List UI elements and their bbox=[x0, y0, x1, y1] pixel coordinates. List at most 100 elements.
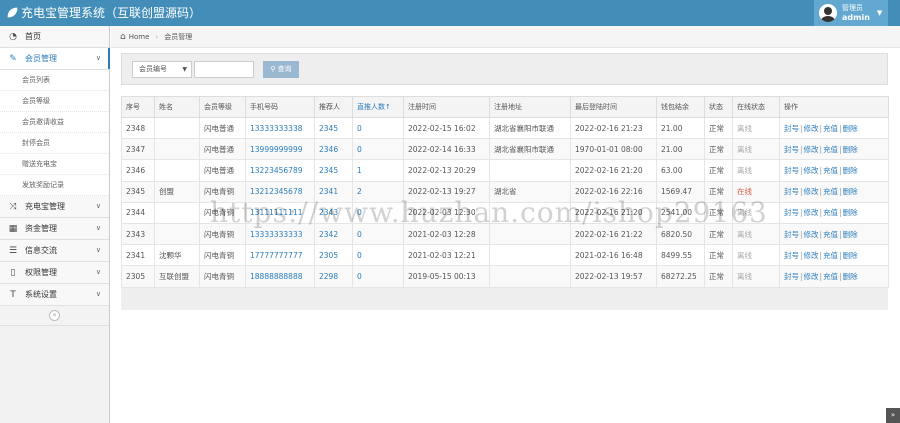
sidebar-item-members[interactable]: ✎ 会员管理 ∨ bbox=[0, 48, 110, 70]
cell-referrer[interactable]: 2342 bbox=[314, 222, 353, 246]
edit-button[interactable]: 修改 bbox=[804, 272, 819, 281]
recharge-button[interactable]: 充值 bbox=[823, 166, 838, 175]
cell-status: 正常 bbox=[704, 244, 733, 267]
edit-button[interactable]: 修改 bbox=[804, 251, 819, 260]
recharge-button[interactable]: 充值 bbox=[823, 230, 838, 239]
collapse-icon[interactable]: « bbox=[49, 310, 60, 321]
text-icon: T bbox=[10, 289, 16, 300]
sidebar-subitem-member-list[interactable]: 会员列表 bbox=[0, 70, 109, 91]
chevron-down-icon: ∨ bbox=[95, 268, 101, 276]
cell-direct[interactable]: 0 bbox=[352, 201, 404, 224]
sidebar-item-permissions[interactable]: ▯ 权限管理 ∨ bbox=[0, 262, 109, 284]
delete-button[interactable]: 删除 bbox=[843, 124, 858, 133]
sidebar-subitem-banned[interactable]: 封停会员 bbox=[0, 133, 109, 154]
ban-button[interactable]: 封号 bbox=[784, 166, 799, 175]
delete-button[interactable]: 删除 bbox=[843, 272, 858, 281]
brand[interactable]: 充电宝管理系统（互联创盟源码） bbox=[6, 4, 201, 21]
cell-reg-addr: 湖北省襄阳市联通 bbox=[489, 116, 571, 140]
edit-button[interactable]: 修改 bbox=[804, 166, 819, 175]
ban-button[interactable]: 封号 bbox=[784, 145, 799, 154]
cell-phone[interactable]: 13223456789 bbox=[245, 159, 315, 182]
cell-last-login: 2022-02-16 21:20 bbox=[570, 159, 657, 182]
cell-referrer[interactable]: 2341 bbox=[314, 180, 353, 203]
search-input[interactable] bbox=[194, 60, 254, 78]
sidebar-subitem-reward-records[interactable]: 发放奖励记录 bbox=[0, 175, 109, 196]
cell-phone[interactable]: 13111111111 bbox=[245, 201, 315, 224]
table-row: 2346 闪电普通 13223456789 2345 1 2022-02-13 20:29… bbox=[121, 159, 889, 182]
recharge-button[interactable]: 充值 bbox=[823, 251, 838, 260]
cell-direct[interactable]: 0 bbox=[352, 138, 404, 161]
cell-phone[interactable]: 13333333333 bbox=[245, 222, 315, 246]
ban-button[interactable]: 封号 bbox=[784, 272, 799, 281]
cell-phone[interactable]: 13212345678 bbox=[245, 180, 315, 203]
cell-referrer[interactable]: 2305 bbox=[314, 244, 353, 267]
search-field-select[interactable]: 会员编号 ▼ bbox=[132, 60, 192, 78]
user-menu[interactable]: 管理员 admin ▼ bbox=[814, 0, 888, 26]
cell-referrer[interactable]: 2345 bbox=[314, 159, 353, 182]
cell-id: 2345 bbox=[121, 180, 155, 203]
cell-name: 创盟 bbox=[154, 180, 200, 203]
edit-button[interactable]: 修改 bbox=[804, 208, 819, 217]
ban-button[interactable]: 封号 bbox=[784, 251, 799, 260]
sidebar-subitem-invite-income[interactable]: 会员邀请收益 bbox=[0, 112, 109, 133]
breadcrumb-home[interactable]: Home bbox=[129, 33, 150, 41]
ban-button[interactable]: 封号 bbox=[784, 187, 799, 196]
delete-button[interactable]: 删除 bbox=[843, 208, 858, 217]
delete-button[interactable]: 删除 bbox=[843, 145, 858, 154]
cell-phone[interactable]: 13999999999 bbox=[245, 138, 315, 161]
delete-button[interactable]: 删除 bbox=[843, 230, 858, 239]
chevron-down-icon: ∨ bbox=[95, 224, 101, 232]
cell-id: 2341 bbox=[121, 244, 155, 267]
scroll-top-button[interactable]: » bbox=[886, 408, 900, 423]
edit-button[interactable]: 修改 bbox=[804, 187, 819, 196]
cell-wallet: 8499.55 bbox=[656, 244, 705, 267]
sidebar-item-funds[interactable]: ▦ 资金管理 ∨ bbox=[0, 218, 109, 240]
cell-phone[interactable]: 18888888888 bbox=[245, 265, 315, 288]
cell-phone[interactable]: 17777777777 bbox=[245, 244, 315, 267]
sidebar-subitem-gift-powerbank[interactable]: 赠送充电宝 bbox=[0, 154, 109, 175]
edit-button[interactable]: 修改 bbox=[804, 145, 819, 154]
cell-referrer[interactable]: 2298 bbox=[314, 265, 353, 288]
cell-direct[interactable]: 0 bbox=[352, 116, 404, 140]
ban-button[interactable]: 封号 bbox=[784, 208, 799, 217]
cell-name: 沈颗华 bbox=[154, 244, 200, 267]
cell-last-login: 2022-02-16 21:23 bbox=[570, 116, 657, 140]
cell-direct[interactable]: 1 bbox=[352, 159, 404, 182]
cell-level: 闪电青铜 bbox=[199, 180, 246, 203]
cell-direct[interactable]: 0 bbox=[352, 222, 404, 246]
list-icon: ☰ bbox=[8, 245, 18, 256]
cell-level: 闪电青铜 bbox=[199, 244, 246, 267]
search-button[interactable]: ⚲ 查询 bbox=[263, 60, 299, 78]
column-header: 钱包结余 bbox=[656, 96, 705, 118]
column-header[interactable]: 直推人数↑ bbox=[352, 96, 404, 118]
sidebar-item-home[interactable]: ◔ 首页 bbox=[0, 26, 109, 48]
recharge-button[interactable]: 充值 bbox=[823, 208, 838, 217]
recharge-button[interactable]: 充值 bbox=[823, 187, 838, 196]
cell-referrer[interactable]: 2345 bbox=[314, 116, 353, 140]
cell-status: 正常 bbox=[704, 222, 733, 246]
column-header: 手机号码 bbox=[245, 96, 315, 118]
delete-button[interactable]: 删除 bbox=[843, 187, 858, 196]
edit-button[interactable]: 修改 bbox=[804, 230, 819, 239]
cell-direct[interactable]: 0 bbox=[352, 244, 404, 267]
edit-button[interactable]: 修改 bbox=[804, 124, 819, 133]
cell-name bbox=[154, 159, 200, 182]
delete-button[interactable]: 删除 bbox=[843, 251, 858, 260]
cell-referrer[interactable]: 2343 bbox=[314, 201, 353, 224]
sidebar-item-settings[interactable]: T 系统设置 ∨ bbox=[0, 284, 109, 306]
delete-button[interactable]: 删除 bbox=[843, 166, 858, 175]
cell-phone[interactable]: 13333333338 bbox=[245, 116, 315, 140]
recharge-button[interactable]: 充值 bbox=[823, 272, 838, 281]
ban-button[interactable]: 封号 bbox=[784, 230, 799, 239]
recharge-button[interactable]: 充值 bbox=[823, 124, 838, 133]
sidebar-item-messages[interactable]: ☰ 信息交流 ∨ bbox=[0, 240, 109, 262]
recharge-button[interactable]: 充值 bbox=[823, 145, 838, 154]
sidebar-subitem-member-level[interactable]: 会员等级 bbox=[0, 91, 109, 112]
sidebar-item-powerbank[interactable]: ⤨ 充电宝管理 ∨ bbox=[0, 196, 109, 218]
cell-direct[interactable]: 0 bbox=[352, 265, 404, 288]
cell-direct[interactable]: 2 bbox=[352, 180, 404, 203]
cell-referrer[interactable]: 2346 bbox=[314, 138, 353, 161]
ban-button[interactable]: 封号 bbox=[784, 124, 799, 133]
cell-id: 2348 bbox=[121, 116, 155, 140]
chevron-down-icon: ∨ bbox=[95, 202, 101, 210]
